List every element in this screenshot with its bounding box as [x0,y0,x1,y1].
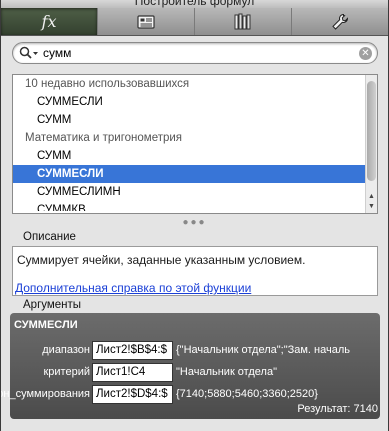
list-group-header: Математика и тригонометрия [25,132,183,144]
help-link[interactable]: Дополнительная справка по этой функции [15,281,251,295]
argument-name: диапазон_суммирования [1,388,90,400]
list-item[interactable]: СУММ [13,147,377,165]
argument-row: диапазон_суммирования Лист2!$D$4:$ {7140… [1,385,380,405]
objects-icon [137,14,155,29]
scroll-down-icon[interactable]: ▼ [366,202,377,212]
clear-search-icon[interactable]: ✕ [359,47,372,60]
search-field[interactable]: ✕ [12,42,378,64]
tab-library[interactable] [195,8,292,35]
argument-input[interactable]: Лист2!$B$4:$ [92,341,173,360]
splitter-handle[interactable]: ●●● [1,217,388,228]
search-input[interactable] [43,45,343,61]
list-item[interactable]: СУММКВ [13,201,377,211]
title-bar: Построитель формул [1,0,388,8]
formula-builder-window: Построитель формул fx сумм ✕ 10 недавно … [0,0,389,431]
description-text: Суммирует ячейки, заданные указанным усл… [17,253,306,267]
list-item[interactable]: СУММЕСЛИ [13,93,377,111]
argument-name: диапазон [42,344,90,356]
wrench-icon [332,13,349,30]
description-label: Описание [23,231,76,243]
list-item[interactable]: СУММ [13,111,377,129]
fx-icon: fx [41,12,57,31]
result-text: Результат: 7140 [297,403,378,415]
argument-function-name: СУММЕСЛИ [14,319,78,331]
scroll-up-icon[interactable]: ▲ [366,192,377,202]
argument-name: критерий [43,366,90,378]
tab-objects[interactable] [98,8,195,35]
function-list: 10 недавно использовавшихся СУММЕСЛИ СУМ… [12,74,378,214]
scrollbar-thumb[interactable] [367,81,376,181]
window-title: Построитель формул [134,0,255,8]
list-item[interactable]: СУММЕСЛИМН [13,183,377,201]
list-item-selected[interactable]: СУММЕСЛИ [13,165,377,183]
arguments-panel: СУММЕСЛИ диапазон Лист2!$B$4:$ {"Начальн… [1,313,380,419]
argument-row: критерий Лист1!C4 "Начальник отдела" [10,363,380,383]
tab-settings[interactable] [292,8,388,35]
argument-value: {7140;5880;5460;3360;2520} [176,388,318,400]
argument-value: {"Начальник отдела";"Зам. началь [176,344,350,356]
argument-row: диапазон Лист2!$B$4:$ {"Начальник отдела… [10,341,380,361]
list-group-header: 10 недавно использовавшихся [25,78,190,90]
arguments-label: Аргументы [23,299,82,311]
library-icon [234,13,251,30]
tab-functions[interactable]: fx [1,8,98,35]
toolbar: fx [1,8,388,36]
search-icon[interactable] [19,46,39,60]
argument-value: "Начальник отдела" [176,366,277,378]
argument-input[interactable]: Лист2!$D$4:$ [92,385,173,404]
argument-input[interactable]: Лист1!C4 [92,363,173,382]
list-scrollbar[interactable]: ▲ ▼ [365,75,377,213]
